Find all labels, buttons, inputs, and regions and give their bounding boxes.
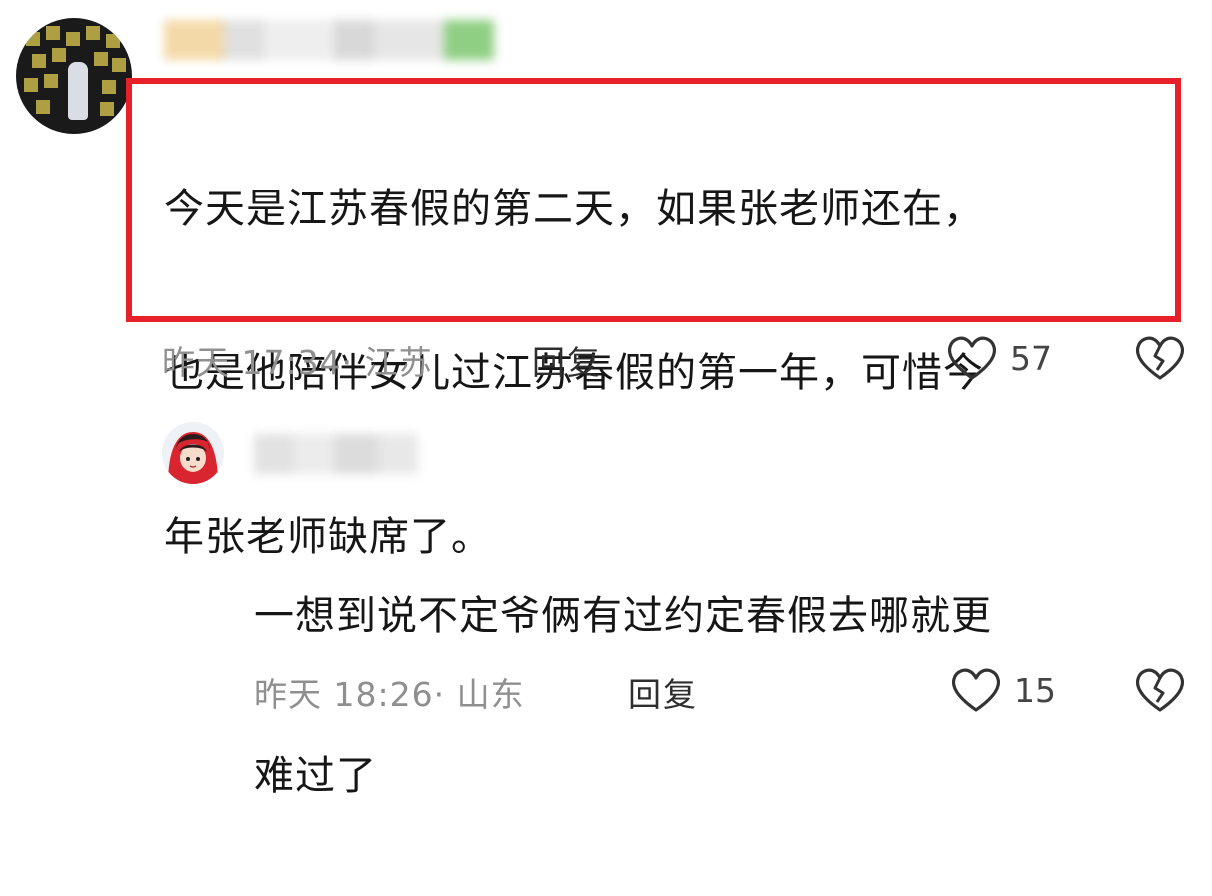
comment-meta: 昨天 17:34· 江苏	[162, 336, 433, 384]
reply-time: 昨天 18:26·	[254, 675, 446, 714]
reply-reply-button[interactable]: 回复	[628, 668, 698, 716]
commenter-name-blurred[interactable]	[164, 20, 494, 60]
reply-location: 山东	[456, 675, 525, 714]
replier-name-blurred[interactable]	[254, 434, 418, 474]
reply-text-line: 难过了	[254, 753, 377, 799]
reply-dislike-button[interactable]	[1134, 666, 1186, 718]
comment-text-line: 今天是江苏春假的第二天，如果张老师还在，	[164, 186, 984, 232]
heart-outline-icon	[947, 336, 997, 380]
like-button[interactable]: 57	[946, 334, 1052, 382]
comment-location: 江苏	[364, 343, 433, 382]
commenter-avatar[interactable]	[16, 18, 132, 134]
comment-time: 昨天 17:34·	[162, 343, 354, 382]
reply-like-count: 15	[1014, 670, 1056, 710]
broken-heart-icon	[1135, 336, 1185, 380]
broken-heart-icon	[1135, 668, 1185, 712]
reply-button[interactable]: 回复	[532, 336, 602, 384]
reply-like-button[interactable]: 15	[950, 666, 1056, 714]
replier-avatar[interactable]	[162, 422, 224, 484]
like-count: 57	[1010, 338, 1052, 378]
heart-outline-icon	[951, 668, 1001, 712]
comment-thread: 今天是江苏春假的第二天，如果张老师还在， 也是他陪伴女儿过江苏春假的第一年，可惜…	[0, 0, 1212, 799]
reply-text-line: 一想到说不定爷俩有过约定春假去哪就更	[254, 593, 992, 639]
reply-meta: 昨天 18:26· 山东	[254, 668, 525, 716]
dislike-button[interactable]	[1134, 334, 1186, 386]
